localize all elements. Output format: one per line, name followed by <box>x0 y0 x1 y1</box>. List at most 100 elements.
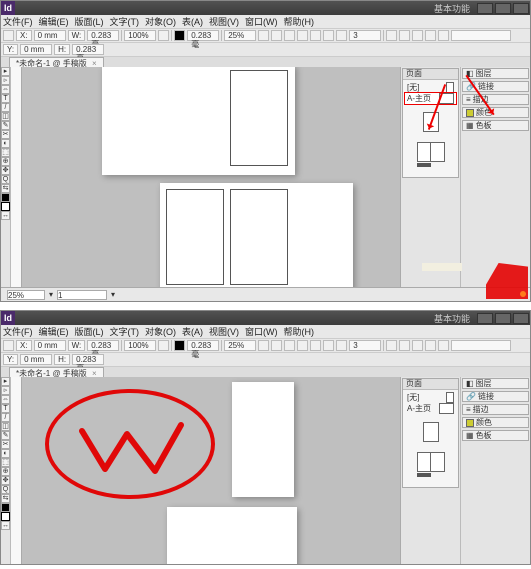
gradient-tool-icon[interactable]: ◐ <box>1 449 10 458</box>
h-field[interactable]: 0.283 毫 <box>72 44 104 55</box>
type-tool-icon[interactable]: T <box>1 404 10 413</box>
menu-object[interactable]: 对象(O) <box>145 15 176 28</box>
minimize-button[interactable] <box>477 313 493 324</box>
selection-tool-icon[interactable]: ▸ <box>1 67 10 76</box>
menu-help[interactable]: 帮助(H) <box>284 15 315 28</box>
pencil-tool-icon[interactable]: ✎ <box>1 121 10 130</box>
maximize-button[interactable] <box>495 3 511 14</box>
menu-layout[interactable]: 版面(L) <box>75 15 104 28</box>
page-thumb-2-3[interactable] <box>417 142 445 162</box>
gradient-tool-icon[interactable]: ◐ <box>1 139 10 148</box>
menu-table[interactable]: 表(A) <box>182 15 203 28</box>
opt-icon[interactable] <box>386 340 397 351</box>
opt-icon[interactable] <box>438 30 449 41</box>
zoom-field[interactable]: 25% <box>224 30 256 41</box>
minimize-button[interactable] <box>477 3 493 14</box>
status-page[interactable]: 1 <box>57 290 107 300</box>
page-thumb-2-3[interactable] <box>417 452 445 472</box>
direct-select-tool-icon[interactable]: ▹ <box>1 386 10 395</box>
x-field[interactable]: 0 mm <box>34 340 66 351</box>
status-zoom[interactable]: 25% <box>7 290 45 300</box>
links-panel-tab[interactable]: 🔗 链接 <box>462 391 529 402</box>
fill-color-icon[interactable] <box>1 193 10 202</box>
master-a-row[interactable]: A-主页 <box>405 403 456 414</box>
pages-field[interactable]: 3 <box>349 30 381 41</box>
extra-field[interactable] <box>451 30 511 41</box>
workspace-switcher[interactable]: 基本功能 <box>434 312 470 325</box>
stroke-field[interactable]: 0.283 毫 <box>187 340 219 351</box>
menu-layout[interactable]: 版面(L) <box>75 325 104 338</box>
opt-icon[interactable] <box>310 30 321 41</box>
hand-tool-icon[interactable]: ✥ <box>1 476 10 485</box>
y-field[interactable]: 0 mm <box>20 354 52 365</box>
menu-type[interactable]: 文字(T) <box>110 15 140 28</box>
frame-tool-icon[interactable]: ◫ <box>1 422 10 431</box>
line-tool-icon[interactable]: / <box>1 103 10 112</box>
hand-tool-icon[interactable]: ✥ <box>1 166 10 175</box>
x-field[interactable]: 0 mm <box>34 30 66 41</box>
stroke-panel-tab[interactable]: ≡ 描边 <box>462 94 529 105</box>
view-mode-icon[interactable]: ↔ <box>1 521 10 530</box>
menu-help[interactable]: 帮助(H) <box>284 325 315 338</box>
spread-1[interactable] <box>232 382 294 497</box>
swap-tool-icon[interactable]: ⇆ <box>1 494 10 503</box>
eyedropper-tool-icon[interactable]: ⊕ <box>1 157 10 166</box>
spread-2[interactable] <box>160 183 353 287</box>
opt-icon[interactable] <box>386 30 397 41</box>
opt-icon[interactable] <box>297 340 308 351</box>
opt-icon[interactable] <box>425 340 436 351</box>
menu-edit[interactable]: 编辑(E) <box>39 325 69 338</box>
opt-icon[interactable] <box>284 30 295 41</box>
page-2-frame[interactable] <box>166 189 224 285</box>
menu-file[interactable]: 文件(F) <box>3 15 33 28</box>
swatches-panel-tab[interactable]: ▦ 色板 <box>462 430 529 441</box>
opt-icon[interactable] <box>399 340 410 351</box>
spread-1[interactable] <box>102 67 295 175</box>
opt-icon[interactable] <box>297 30 308 41</box>
opt-icon[interactable] <box>258 340 269 351</box>
stroke-color-icon[interactable] <box>1 202 10 211</box>
scissors-tool-icon[interactable]: ✂ <box>1 130 10 139</box>
opt-icon[interactable] <box>310 340 321 351</box>
layers-panel-tab[interactable]: ◧ 图层 <box>462 68 529 79</box>
fill-color-icon[interactable] <box>1 503 10 512</box>
ref-point-icon[interactable] <box>3 340 14 351</box>
menu-view[interactable]: 视图(V) <box>209 325 239 338</box>
page-3-frame[interactable] <box>230 189 288 285</box>
spread-2[interactable] <box>167 507 297 564</box>
swatches-panel-tab[interactable]: ▦ 色板 <box>462 120 529 131</box>
opt-icon[interactable] <box>438 340 449 351</box>
stroke-panel-tab[interactable]: ≡ 描边 <box>462 404 529 415</box>
opt-icon[interactable] <box>258 30 269 41</box>
opt-icon[interactable] <box>399 30 410 41</box>
w-field[interactable]: 0.283 毫 <box>87 340 119 351</box>
opt-icon[interactable] <box>271 30 282 41</box>
note-tool-icon[interactable]: ⬚ <box>1 458 10 467</box>
view-mode-icon[interactable]: ↔ <box>1 211 10 220</box>
fill-swatch-icon[interactable] <box>174 30 185 41</box>
extra-field[interactable] <box>451 340 511 351</box>
menu-edit[interactable]: 编辑(E) <box>39 15 69 28</box>
zoom-field[interactable]: 25% <box>224 340 256 351</box>
scale-field[interactable]: 100% <box>124 30 156 41</box>
menu-type[interactable]: 文字(T) <box>110 325 140 338</box>
maximize-button[interactable] <box>495 313 511 324</box>
link-icon[interactable] <box>158 340 169 351</box>
y-field[interactable]: 0 mm <box>20 44 52 55</box>
page-thumb-1[interactable] <box>423 422 439 442</box>
stroke-field[interactable]: 0.283 毫 <box>187 30 219 41</box>
menu-window[interactable]: 窗口(W) <box>245 325 278 338</box>
opt-icon[interactable] <box>284 340 295 351</box>
zoom-tool-icon[interactable]: Q <box>1 485 10 494</box>
scale-field[interactable]: 100% <box>124 340 156 351</box>
pencil-tool-icon[interactable]: ✎ <box>1 431 10 440</box>
page-tool-icon[interactable]: ⇔ <box>1 85 10 94</box>
master-a-row[interactable]: A-主页 <box>405 93 456 104</box>
opt-icon[interactable] <box>412 30 423 41</box>
opt-icon[interactable] <box>336 30 347 41</box>
eyedropper-tool-icon[interactable]: ⊕ <box>1 467 10 476</box>
pages-panel-header[interactable]: 页面 <box>403 379 458 390</box>
selection-tool-icon[interactable]: ▸ <box>1 377 10 386</box>
opt-icon[interactable] <box>323 340 334 351</box>
page-tool-icon[interactable]: ⇔ <box>1 395 10 404</box>
